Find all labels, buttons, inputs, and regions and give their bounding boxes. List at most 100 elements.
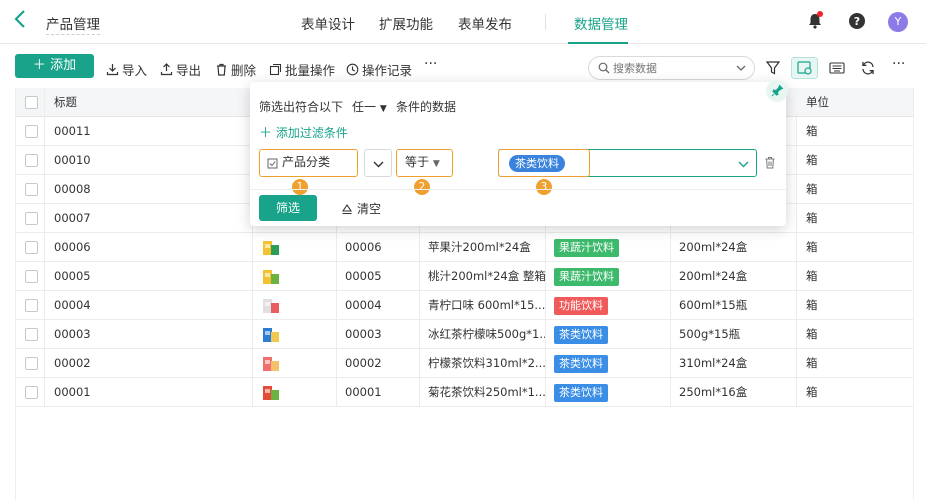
cell-category[interactable]: 茶类饮料 — [546, 349, 671, 378]
import-button[interactable]: 导入 — [106, 60, 147, 79]
clear-filter-button[interactable]: 清空 — [341, 200, 381, 217]
cell-code[interactable]: 00003 — [337, 320, 420, 349]
row-checkbox[interactable] — [25, 183, 38, 196]
cell-category[interactable]: 茶类饮料 — [546, 320, 671, 349]
cell-category[interactable]: 功能饮料 — [546, 291, 671, 320]
cell-title[interactable]: 00005 — [45, 262, 253, 291]
cell-product-image[interactable] — [253, 349, 337, 378]
table-row[interactable]: 00006 00006 苹果汁200ml*24盒 果蔬汁饮料 200ml*24盒箱 — [16, 233, 913, 262]
tab-form-design[interactable]: 表单设计 — [301, 13, 355, 33]
cell-unit[interactable]: 箱 — [797, 117, 913, 146]
cell-spec[interactable]: 600ml*15瓶 — [671, 291, 797, 320]
add-condition-button[interactable]: ＋ 添加过滤条件 — [259, 122, 348, 141]
product-thumbnail[interactable] — [261, 383, 281, 402]
chevron-down-icon[interactable] — [735, 62, 747, 74]
operation-log-button[interactable]: 操作记录 — [346, 60, 412, 79]
cell-title[interactable]: 00004 — [45, 291, 253, 320]
cell-code[interactable]: 00004 — [337, 291, 420, 320]
remove-condition-icon[interactable] — [764, 156, 776, 172]
cell-product-image[interactable] — [253, 320, 337, 349]
row-checkbox[interactable] — [25, 241, 38, 254]
cell-spec[interactable]: 500g*15瓶 — [671, 320, 797, 349]
cell-title[interactable]: 00010 — [45, 146, 253, 175]
cell-unit[interactable]: 箱 — [797, 175, 913, 204]
search-input[interactable] — [613, 60, 725, 76]
add-button[interactable]: ＋ 添加 — [15, 54, 94, 78]
cell-title[interactable]: 00002 — [45, 349, 253, 378]
row-checkbox[interactable] — [25, 270, 38, 283]
more-options-button[interactable]: ··· — [892, 56, 905, 72]
cell-name[interactable]: 青柠口味 600ml*15... — [420, 291, 546, 320]
product-thumbnail[interactable] — [261, 325, 281, 344]
row-checkbox[interactable] — [25, 386, 38, 399]
cell-category[interactable]: 果蔬汁饮料 — [546, 262, 671, 291]
tab-form-publish[interactable]: 表单发布 — [458, 13, 512, 33]
cell-title[interactable]: 00011 — [45, 117, 253, 146]
keyboard-icon[interactable] — [827, 58, 847, 78]
cell-title[interactable]: 00008 — [45, 175, 253, 204]
cell-product-image[interactable] — [253, 233, 337, 262]
refresh-icon[interactable] — [858, 58, 878, 78]
app-title[interactable]: 产品管理 — [46, 13, 100, 35]
cell-title[interactable]: 00003 — [45, 320, 253, 349]
more-menu-button[interactable]: ··· — [424, 56, 437, 72]
tab-data-management[interactable]: 数据管理 — [574, 13, 628, 33]
apply-filter-button[interactable]: 筛选 — [259, 195, 317, 221]
cell-name[interactable]: 桃汁200ml*24盒 整箱 — [420, 262, 546, 291]
product-thumbnail[interactable] — [261, 238, 281, 257]
pin-icon[interactable] — [766, 80, 788, 102]
batch-operation-button[interactable]: 批量操作 — [269, 60, 335, 79]
cell-spec[interactable]: 200ml*24盒 — [671, 262, 797, 291]
select-all-checkbox[interactable] — [25, 96, 38, 109]
search-box[interactable] — [588, 56, 755, 80]
cell-code[interactable]: 00002 — [337, 349, 420, 378]
cell-code[interactable]: 00005 — [337, 262, 420, 291]
cell-code[interactable]: 00006 — [337, 233, 420, 262]
cell-unit[interactable]: 箱 — [797, 349, 913, 378]
table-row[interactable]: 00003 00003 冰红茶柠檬味500g*1... 茶类饮料 500g*15瓶箱 — [16, 320, 913, 349]
cell-title[interactable]: 00006 — [45, 233, 253, 262]
table-row[interactable]: 00001 00001 菊花茶饮料250ml*1... 茶类饮料 250ml*16盒箱 — [16, 378, 913, 407]
table-row[interactable]: 00004 00004 青柠口味 600ml*15... 功能饮料 600ml*15瓶箱 — [16, 291, 913, 320]
delete-button[interactable]: 删除 — [215, 60, 256, 79]
row-checkbox[interactable] — [25, 154, 38, 167]
cell-product-image[interactable] — [253, 378, 337, 407]
cell-unit[interactable]: 箱 — [797, 146, 913, 175]
help-icon[interactable]: ? — [848, 12, 866, 30]
row-checkbox[interactable] — [25, 212, 38, 225]
column-header-unit[interactable]: 单位 — [797, 88, 913, 117]
product-thumbnail[interactable] — [261, 296, 281, 315]
field-select[interactable]: 产品分类 — [259, 149, 358, 177]
match-mode-dropdown[interactable]: 任一 ▼ — [352, 98, 387, 115]
table-row[interactable]: 00002 00002 柠檬茶饮料310ml*2... 茶类饮料 310ml*24盒箱 — [16, 349, 913, 378]
row-checkbox[interactable] — [25, 125, 38, 138]
cell-category[interactable]: 茶类饮料 — [546, 378, 671, 407]
cell-name[interactable]: 菊花茶饮料250ml*1... — [420, 378, 546, 407]
cell-spec[interactable]: 310ml*24盒 — [671, 349, 797, 378]
cell-category[interactable]: 果蔬汁饮料 — [546, 233, 671, 262]
cell-product-image[interactable] — [253, 291, 337, 320]
cell-unit[interactable]: 箱 — [797, 378, 913, 407]
row-checkbox[interactable] — [25, 357, 38, 370]
cell-name[interactable]: 柠檬茶饮料310ml*2... — [420, 349, 546, 378]
export-button[interactable]: 导出 — [160, 60, 201, 79]
cell-unit[interactable]: 箱 — [797, 233, 913, 262]
cell-code[interactable]: 00001 — [337, 378, 420, 407]
value-tag[interactable]: 茶类饮料 — [509, 155, 565, 172]
back-chevron-icon[interactable] — [14, 10, 26, 32]
product-thumbnail[interactable] — [261, 267, 281, 286]
tab-extensions[interactable]: 扩展功能 — [379, 13, 433, 33]
cell-name[interactable]: 冰红茶柠檬味500g*1... — [420, 320, 546, 349]
table-row[interactable]: 00005 00005 桃汁200ml*24盒 整箱 果蔬汁饮料 200ml*24盒箱 — [16, 262, 913, 291]
row-checkbox[interactable] — [25, 299, 38, 312]
cell-product-image[interactable] — [253, 262, 337, 291]
cell-unit[interactable]: 箱 — [797, 320, 913, 349]
cell-title[interactable]: 00007 — [45, 204, 253, 233]
user-avatar[interactable]: Y — [888, 12, 908, 32]
operator-select[interactable]: 等于 ▼ — [396, 149, 453, 177]
cell-title[interactable]: 00001 — [45, 378, 253, 407]
field-dropdown-toggle[interactable] — [364, 149, 392, 177]
product-thumbnail[interactable] — [261, 354, 281, 373]
cell-spec[interactable]: 250ml*16盒 — [671, 378, 797, 407]
cell-unit[interactable]: 箱 — [797, 262, 913, 291]
